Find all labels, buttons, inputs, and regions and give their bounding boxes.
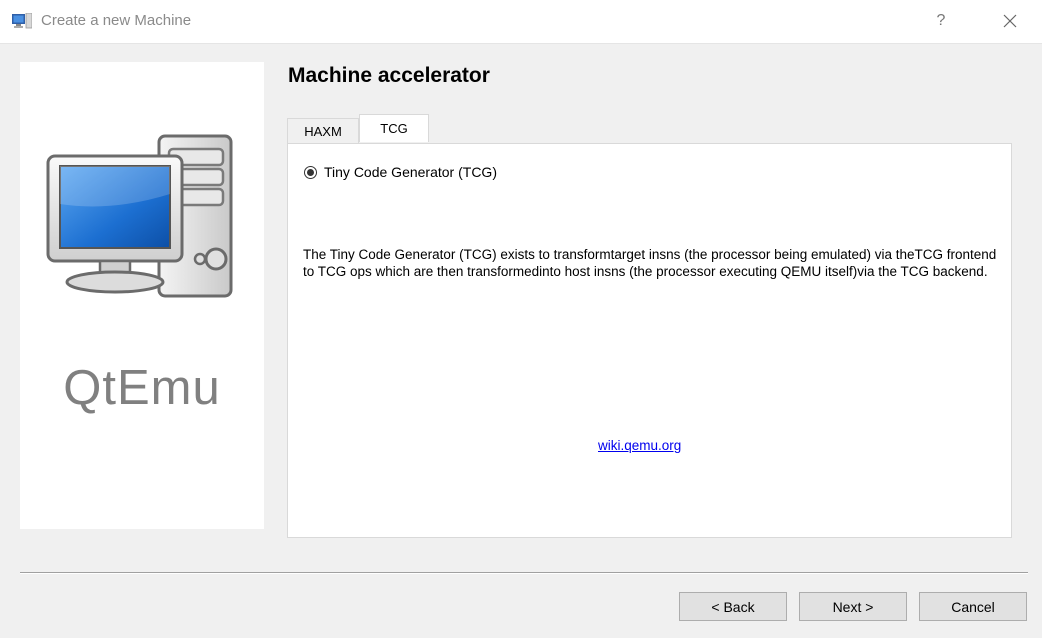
tcg-radio-label: Tiny Code Generator (TCG) (324, 164, 497, 180)
help-button[interactable]: ? (926, 6, 956, 36)
tab-haxm[interactable]: HAXM (287, 118, 359, 144)
footer-separator-highlight (20, 573, 1028, 574)
wiki-link[interactable]: wiki.qemu.org (598, 438, 681, 453)
radio-button-icon[interactable] (304, 165, 317, 179)
tab-tcg[interactable]: TCG (359, 114, 429, 142)
close-button[interactable] (993, 6, 1027, 36)
close-icon (1003, 14, 1017, 28)
title-bar: Create a new Machine ? (0, 0, 1042, 44)
tcg-tab-panel: Tiny Code Generator (TCG) The Tiny Code … (287, 143, 1012, 538)
back-button[interactable]: < Back (679, 592, 787, 621)
brand-logo-text: QtEmu (63, 361, 221, 415)
radio-checked-dot (307, 168, 314, 176)
next-button[interactable]: Next > (799, 592, 907, 621)
computer-icon (46, 134, 233, 298)
cancel-button[interactable]: Cancel (919, 592, 1027, 621)
tcg-radio[interactable]: Tiny Code Generator (TCG) (304, 164, 497, 180)
page-title: Machine accelerator (288, 64, 490, 87)
side-panel: QtEmu (20, 62, 264, 529)
window-title: Create a new Machine (41, 12, 192, 29)
qtemu-app-icon (12, 13, 32, 29)
tcg-description: The Tiny Code Generator (TCG) exists to … (303, 247, 997, 279)
